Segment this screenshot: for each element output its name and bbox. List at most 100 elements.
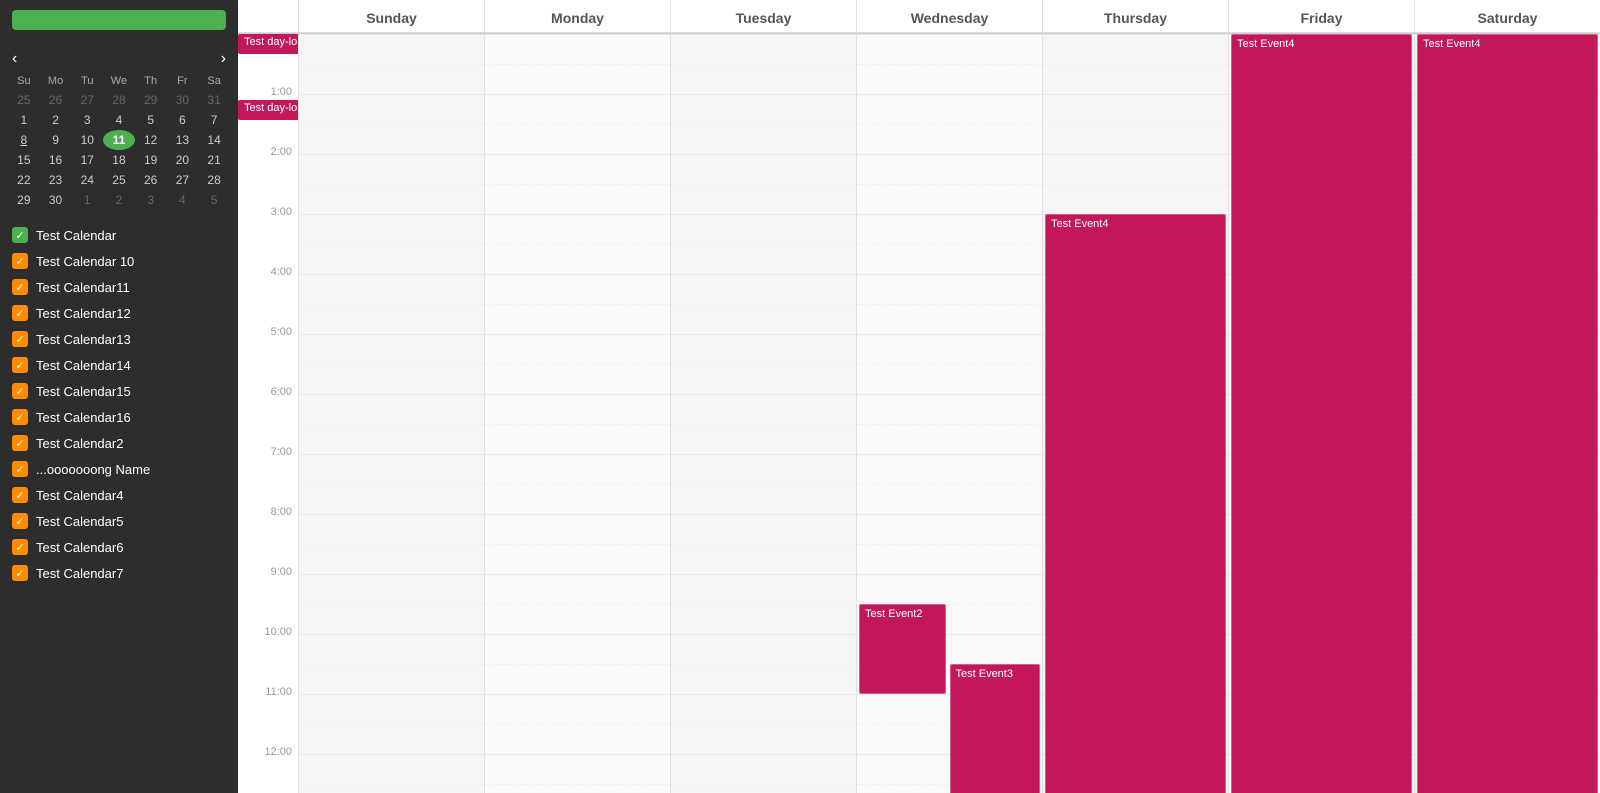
- calendar-item[interactable]: ✓Test Calendar16: [0, 404, 238, 430]
- mini-cal-day[interactable]: 3: [71, 110, 103, 130]
- calendar-checkbox[interactable]: ✓: [12, 253, 28, 269]
- mini-cal-day[interactable]: 2: [40, 110, 72, 130]
- mini-cal-day[interactable]: 4: [103, 110, 135, 130]
- mini-cal-day[interactable]: 18: [103, 150, 135, 170]
- mini-cal-day[interactable]: 27: [167, 170, 199, 190]
- prev-month-button[interactable]: ‹: [8, 50, 21, 68]
- mini-cal-day[interactable]: 30: [40, 190, 72, 210]
- mini-cal-day[interactable]: 21: [198, 150, 230, 170]
- mini-cal-day[interactable]: 25: [8, 90, 40, 110]
- mini-cal-day[interactable]: 5: [135, 110, 167, 130]
- calendar-item[interactable]: ✓Test Calendar7: [0, 560, 238, 586]
- mini-cal-day[interactable]: 12: [135, 130, 167, 150]
- mini-cal-day[interactable]: 24: [71, 170, 103, 190]
- calendar-item[interactable]: ✓Test Calendar11: [0, 274, 238, 300]
- half-hour-line: [671, 304, 856, 305]
- mini-cal-day[interactable]: 19: [135, 150, 167, 170]
- half-hour-line: [671, 604, 856, 605]
- mini-cal-day[interactable]: 8: [8, 130, 40, 150]
- calendar-checkbox[interactable]: ✓: [12, 461, 28, 477]
- calendar-checkbox[interactable]: ✓: [12, 227, 28, 243]
- calendar-checkbox[interactable]: ✓: [12, 305, 28, 321]
- mini-cal-day[interactable]: 16: [40, 150, 72, 170]
- hour-line: [299, 154, 484, 155]
- time-grid[interactable]: 1:002:003:004:005:006:007:008:009:0010:0…: [238, 34, 1600, 793]
- hour-line: [857, 94, 1042, 95]
- hour-line: [485, 394, 670, 395]
- mini-cal-day[interactable]: 20: [167, 150, 199, 170]
- timed-event[interactable]: Test Event3: [950, 664, 1041, 793]
- calendar-item[interactable]: ✓...ooooooong Name: [0, 456, 238, 482]
- hour-line: [671, 754, 856, 755]
- mini-cal-day[interactable]: 14: [198, 130, 230, 150]
- mini-cal-grid: SuMoTuWeThFrSa 2526272829303112345678910…: [8, 72, 230, 210]
- mini-cal-day[interactable]: 15: [8, 150, 40, 170]
- calendar-item[interactable]: ✓Test Calendar: [0, 222, 238, 248]
- half-hour-line: [299, 364, 484, 365]
- half-hour-line: [485, 604, 670, 605]
- mini-cal-day[interactable]: 28: [103, 90, 135, 110]
- mini-cal-day[interactable]: 28: [198, 170, 230, 190]
- half-hour-line: [1043, 64, 1228, 65]
- timed-event[interactable]: Test Event4: [1231, 34, 1412, 793]
- new-event-button[interactable]: [12, 10, 226, 30]
- timed-event[interactable]: Test Event4: [1045, 214, 1226, 793]
- calendar-checkbox[interactable]: ✓: [12, 409, 28, 425]
- mini-cal-day[interactable]: 6: [167, 110, 199, 130]
- calendar-checkbox[interactable]: ✓: [12, 357, 28, 373]
- calendar-checkbox[interactable]: ✓: [12, 539, 28, 555]
- calendar-checkbox[interactable]: ✓: [12, 565, 28, 581]
- calendar-checkbox[interactable]: ✓: [12, 383, 28, 399]
- mini-cal-day[interactable]: 26: [135, 170, 167, 190]
- timed-event[interactable]: Test Event2: [859, 604, 946, 694]
- calendar-item[interactable]: ✓Test Calendar2: [0, 430, 238, 456]
- mini-cal-day[interactable]: 23: [40, 170, 72, 190]
- time-label: 1:00: [238, 86, 298, 146]
- timed-event[interactable]: Test Event4: [1417, 34, 1598, 793]
- calendar-item[interactable]: ✓Test Calendar4: [0, 482, 238, 508]
- calendar-checkbox[interactable]: ✓: [12, 435, 28, 451]
- mini-cal-day[interactable]: 2: [103, 190, 135, 210]
- mini-cal-day[interactable]: 13: [167, 130, 199, 150]
- hour-line: [299, 574, 484, 575]
- calendar-item[interactable]: ✓Test Calendar5: [0, 508, 238, 534]
- next-month-button[interactable]: ›: [217, 50, 230, 68]
- half-hour-line: [857, 304, 1042, 305]
- hour-line: [299, 34, 484, 35]
- mini-cal-day[interactable]: 30: [167, 90, 199, 110]
- calendar-checkbox[interactable]: ✓: [12, 487, 28, 503]
- mini-cal-day[interactable]: 29: [135, 90, 167, 110]
- calendar-item[interactable]: ✓Test Calendar6: [0, 534, 238, 560]
- half-hour-line: [299, 544, 484, 545]
- mini-cal-day[interactable]: 7: [198, 110, 230, 130]
- mini-cal-day[interactable]: 3: [135, 190, 167, 210]
- mini-cal-header: ‹ ›: [8, 46, 230, 72]
- mini-cal-day[interactable]: 4: [167, 190, 199, 210]
- calendar-item[interactable]: ✓Test Calendar12: [0, 300, 238, 326]
- mini-cal-day[interactable]: 17: [71, 150, 103, 170]
- mini-cal-day[interactable]: 9: [40, 130, 72, 150]
- mini-cal-day[interactable]: 1: [8, 110, 40, 130]
- calendar-item[interactable]: ✓Test Calendar13: [0, 326, 238, 352]
- calendar-checkbox[interactable]: ✓: [12, 331, 28, 347]
- mini-cal-day[interactable]: 26: [40, 90, 72, 110]
- calendar-checkbox[interactable]: ✓: [12, 513, 28, 529]
- hour-line: [485, 454, 670, 455]
- day-header: Sunday: [298, 0, 484, 32]
- mini-cal-day[interactable]: 10: [71, 130, 103, 150]
- mini-cal-day[interactable]: 1: [71, 190, 103, 210]
- mini-cal-day[interactable]: 11: [103, 130, 135, 150]
- mini-cal-day[interactable]: 31: [198, 90, 230, 110]
- calendar-checkbox[interactable]: ✓: [12, 279, 28, 295]
- mini-cal-day[interactable]: 27: [71, 90, 103, 110]
- mini-cal-day[interactable]: 22: [8, 170, 40, 190]
- calendar-item[interactable]: ✓Test Calendar 10: [0, 248, 238, 274]
- mini-cal-day[interactable]: 5: [198, 190, 230, 210]
- calendar-item[interactable]: ✓Test Calendar14: [0, 352, 238, 378]
- day-headers: SundayMondayTuesdayWednesdayThursdayFrid…: [238, 0, 1600, 33]
- half-hour-line: [299, 664, 484, 665]
- half-hour-line: [857, 364, 1042, 365]
- mini-cal-day[interactable]: 25: [103, 170, 135, 190]
- mini-cal-day[interactable]: 29: [8, 190, 40, 210]
- calendar-item[interactable]: ✓Test Calendar15: [0, 378, 238, 404]
